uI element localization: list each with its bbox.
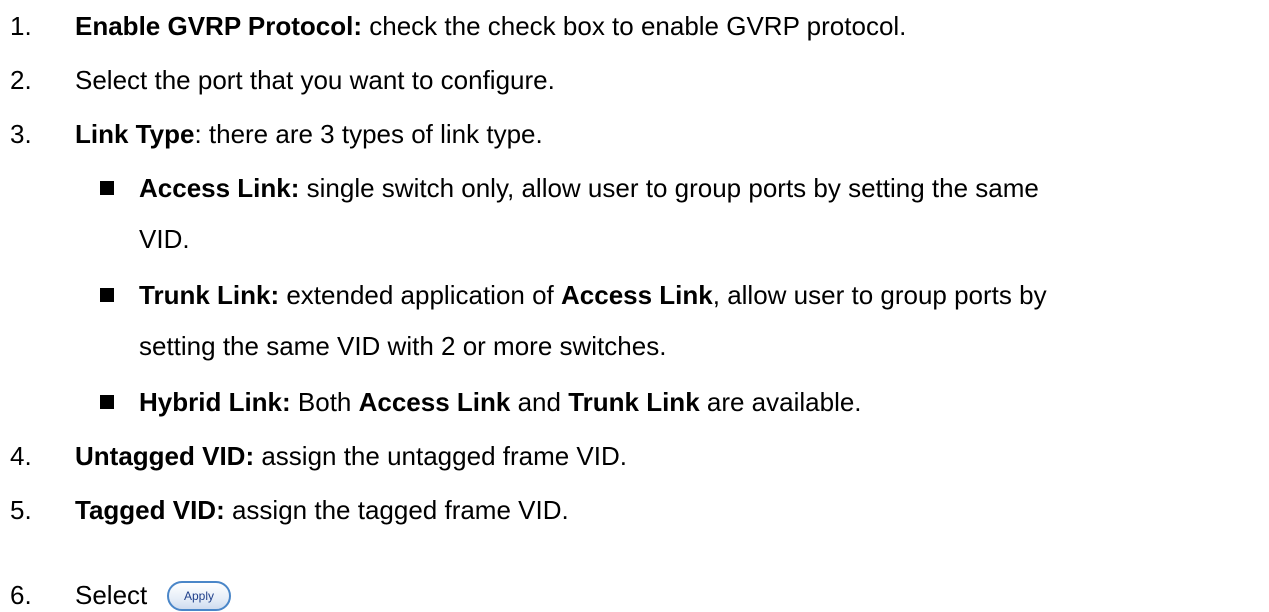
list-number: 3.	[10, 119, 32, 149]
square-bullet-icon	[100, 288, 114, 302]
apply-button[interactable]: Apply	[167, 581, 231, 611]
description: assign the untagged frame VID.	[254, 441, 627, 471]
list-number: 1.	[10, 11, 32, 41]
term-access-link: Access Link:	[139, 173, 300, 203]
term-tagged-vid: Tagged VID:	[75, 495, 225, 525]
bullet-text: Hybrid Link: Both Access Link and Trunk …	[139, 387, 862, 417]
list-text: Select	[75, 580, 148, 610]
list-number: 5.	[10, 495, 32, 525]
description: are available.	[699, 387, 862, 417]
list-number: 4.	[10, 441, 32, 471]
list-text: Select the port that you want to configu…	[75, 65, 555, 95]
bullet-text: setting the same VID with 2 or more swit…	[139, 331, 667, 361]
term-hybrid-link: Hybrid Link:	[139, 387, 291, 417]
term-access-link: Access Link	[561, 280, 713, 310]
description: , allow user to group ports by	[712, 280, 1047, 310]
bullet-text: Trunk Link: extended application of Acce…	[139, 280, 1047, 310]
list-text: Link Type: there are 3 types of link typ…	[75, 119, 543, 149]
list-number: 6.	[10, 580, 32, 610]
description: : there are 3 types of link type.	[194, 119, 543, 149]
term-enable-gvrp: Enable GVRP Protocol:	[75, 11, 363, 41]
square-bullet-icon	[100, 395, 114, 409]
description: Both	[290, 387, 359, 417]
description: check the check box to enable GVRP proto…	[362, 11, 907, 41]
square-bullet-icon	[100, 181, 114, 195]
description: single switch only, allow user to group …	[299, 173, 1039, 203]
description: assign the tagged frame VID.	[224, 495, 569, 525]
list-number: 2.	[10, 65, 32, 95]
term-access-link: Access Link	[358, 387, 511, 417]
description: extended application of	[279, 280, 561, 310]
bullet-text: VID.	[139, 224, 190, 254]
term-trunk-link: Trunk Link:	[139, 280, 280, 310]
term-trunk-link: Trunk Link	[568, 387, 700, 417]
description: and	[510, 387, 569, 417]
term-untagged-vid: Untagged VID:	[75, 441, 255, 471]
list-text: Tagged VID: assign the tagged frame VID.	[75, 495, 569, 525]
term-link-type: Link Type	[75, 119, 195, 149]
list-text: Untagged VID: assign the untagged frame …	[75, 441, 627, 471]
list-text: Enable GVRP Protocol: check the check bo…	[75, 11, 906, 41]
bullet-text: Access Link: single switch only, allow u…	[139, 173, 1039, 203]
